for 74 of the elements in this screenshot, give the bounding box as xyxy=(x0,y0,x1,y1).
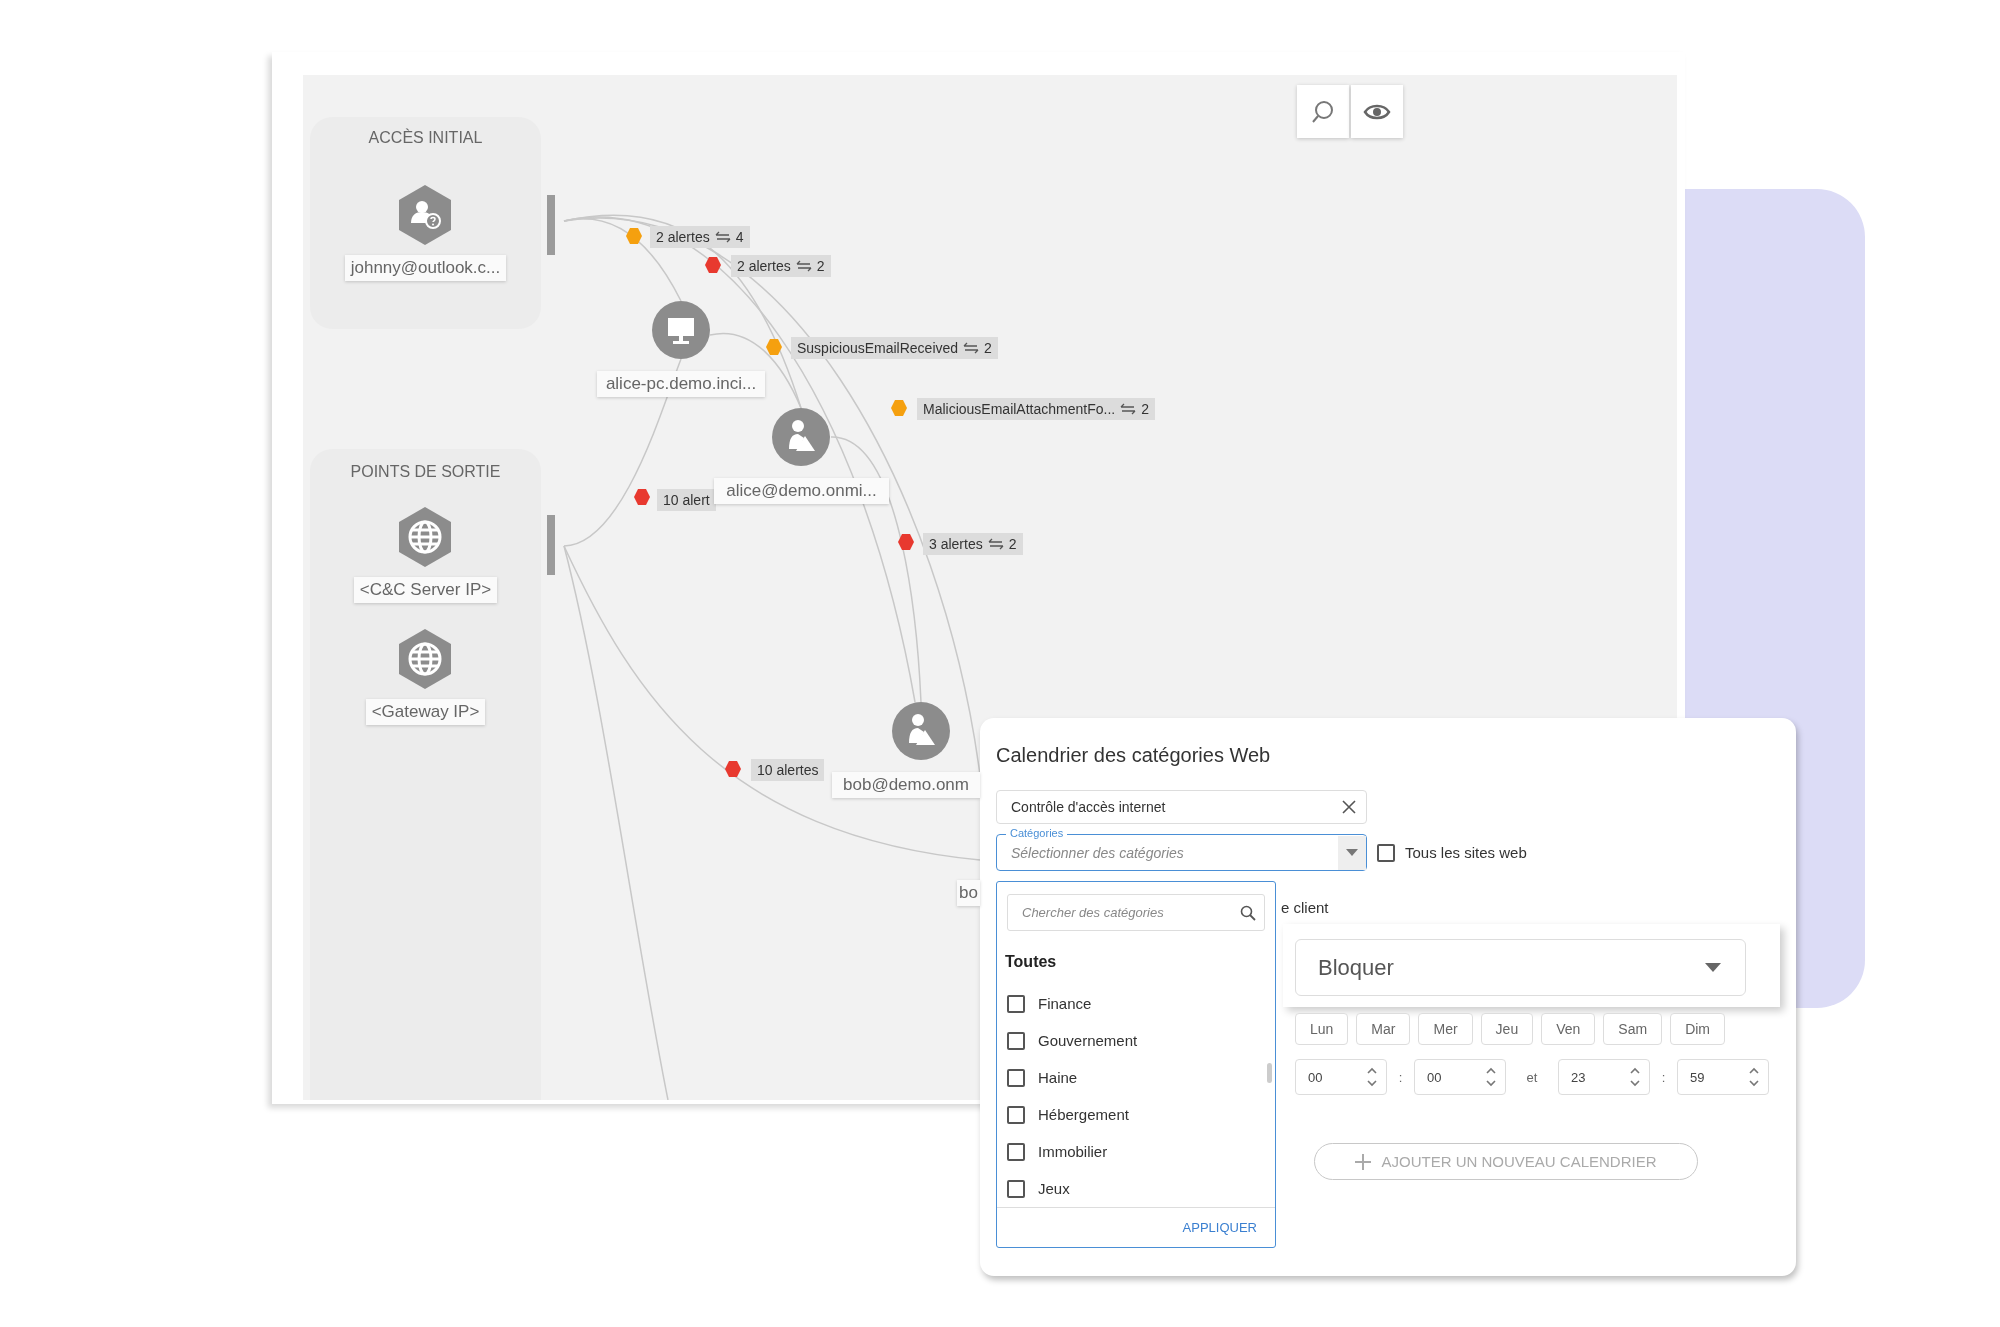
time-separator: : xyxy=(1660,1069,1667,1085)
link-arrows-icon xyxy=(987,538,1004,550)
caret-icon xyxy=(1705,963,1721,972)
search-icon xyxy=(1240,904,1256,921)
category-label: Immobilier xyxy=(1038,1143,1108,1161)
user-icon[interactable] xyxy=(892,702,950,760)
link-arrows-icon xyxy=(714,231,731,243)
monitor-icon[interactable] xyxy=(652,301,710,359)
link-arrows-icon xyxy=(963,342,980,354)
search-button[interactable] xyxy=(1297,85,1349,138)
link-arrows-icon xyxy=(795,260,812,272)
alert-tag[interactable]: MaliciousEmailAttachmentFo... 2 xyxy=(917,398,1155,420)
user-icon[interactable] xyxy=(772,408,830,466)
time-separator: : xyxy=(1397,1069,1404,1085)
node-label: alice-pc.demo.inci... xyxy=(597,371,765,397)
apply-button[interactable]: APPLIQUER xyxy=(1182,1220,1257,1235)
node-label: <C&C Server IP> xyxy=(353,577,498,603)
category-label: Hébergement xyxy=(1038,1106,1129,1124)
alert-tag[interactable]: 2 alertes 4 xyxy=(650,226,750,248)
node-label: bo xyxy=(957,880,980,906)
category-label: Jeux xyxy=(1038,1180,1070,1198)
node-label: bob@demo.onm xyxy=(832,772,980,798)
category-label: Finance xyxy=(1038,995,1092,1013)
spinner-arrows-icon xyxy=(1629,1066,1641,1088)
scrollbar-thumb[interactable] xyxy=(1267,1063,1272,1084)
category-label: Haine xyxy=(1038,1069,1078,1087)
day-toggle[interactable]: Lun xyxy=(1295,1013,1349,1045)
node-label: <Gateway IP> xyxy=(365,699,486,725)
time-spinner[interactable]: 23 xyxy=(1558,1059,1650,1095)
checkbox[interactable] xyxy=(1007,994,1025,1013)
alert-tag[interactable]: 10 alert xyxy=(657,489,716,511)
day-toggle[interactable]: Sam xyxy=(1603,1013,1663,1045)
spinner-arrows-icon xyxy=(1748,1066,1760,1088)
action-select[interactable]: Bloquer xyxy=(1295,939,1746,996)
plus-icon xyxy=(1355,1153,1372,1170)
search-icon xyxy=(1311,99,1335,124)
checkbox[interactable] xyxy=(1007,1105,1025,1124)
day-toggle[interactable]: Mar xyxy=(1356,1013,1411,1045)
alert-tag[interactable]: 2 alertes 2 xyxy=(731,255,831,277)
dialog-title: Calendrier des catégories Web xyxy=(996,744,1272,768)
day-toggle[interactable]: Dim xyxy=(1670,1013,1725,1045)
spinner-arrows-icon xyxy=(1485,1066,1497,1088)
caret-icon xyxy=(1346,849,1358,856)
alert-tag[interactable]: 10 alertes xyxy=(751,759,825,781)
port-bar xyxy=(547,195,555,255)
link-arrows-icon xyxy=(1120,403,1137,415)
field-label: e client xyxy=(1281,899,1330,916)
node-label: alice@demo.onmi... xyxy=(714,478,889,504)
port-bar xyxy=(547,515,555,575)
time-spinner[interactable]: 00 xyxy=(1295,1059,1387,1095)
day-toggle[interactable]: Mer xyxy=(1418,1013,1473,1045)
alert-tag[interactable]: SuspiciousEmailReceived 2 xyxy=(791,337,998,359)
alert-tag[interactable]: 3 alertes 2 xyxy=(923,533,1023,555)
checkbox[interactable] xyxy=(1007,1179,1025,1198)
checkbox[interactable] xyxy=(1007,1068,1025,1087)
checkbox[interactable] xyxy=(1007,1031,1025,1050)
checkbox[interactable] xyxy=(1007,1142,1025,1161)
day-toggle[interactable]: Jeu xyxy=(1480,1013,1534,1045)
view-button[interactable] xyxy=(1351,85,1403,138)
search-field[interactable]: Chercher des catégories xyxy=(1007,894,1265,932)
node-label: johnny@outlook.c... xyxy=(344,255,507,281)
category-label: Gouvernement xyxy=(1038,1032,1138,1050)
time-spinner[interactable]: 00 xyxy=(1414,1059,1506,1095)
close-icon[interactable] xyxy=(1342,800,1356,814)
checkbox-label: Tous les sites web xyxy=(1405,844,1527,861)
group-title: ACCÈS INITIAL xyxy=(368,129,483,147)
day-toggle[interactable]: Ven xyxy=(1541,1013,1596,1045)
time-separator: et xyxy=(1525,1069,1539,1085)
time-spinner[interactable]: 59 xyxy=(1677,1059,1769,1095)
spinner-arrows-icon xyxy=(1366,1066,1378,1088)
group-title: POINTS DE SORTIE xyxy=(350,463,501,481)
checkbox[interactable] xyxy=(1377,843,1395,862)
name-field[interactable]: Contrôle d'accès internet xyxy=(996,790,1367,824)
group-heading: Toutes xyxy=(1005,953,1058,972)
